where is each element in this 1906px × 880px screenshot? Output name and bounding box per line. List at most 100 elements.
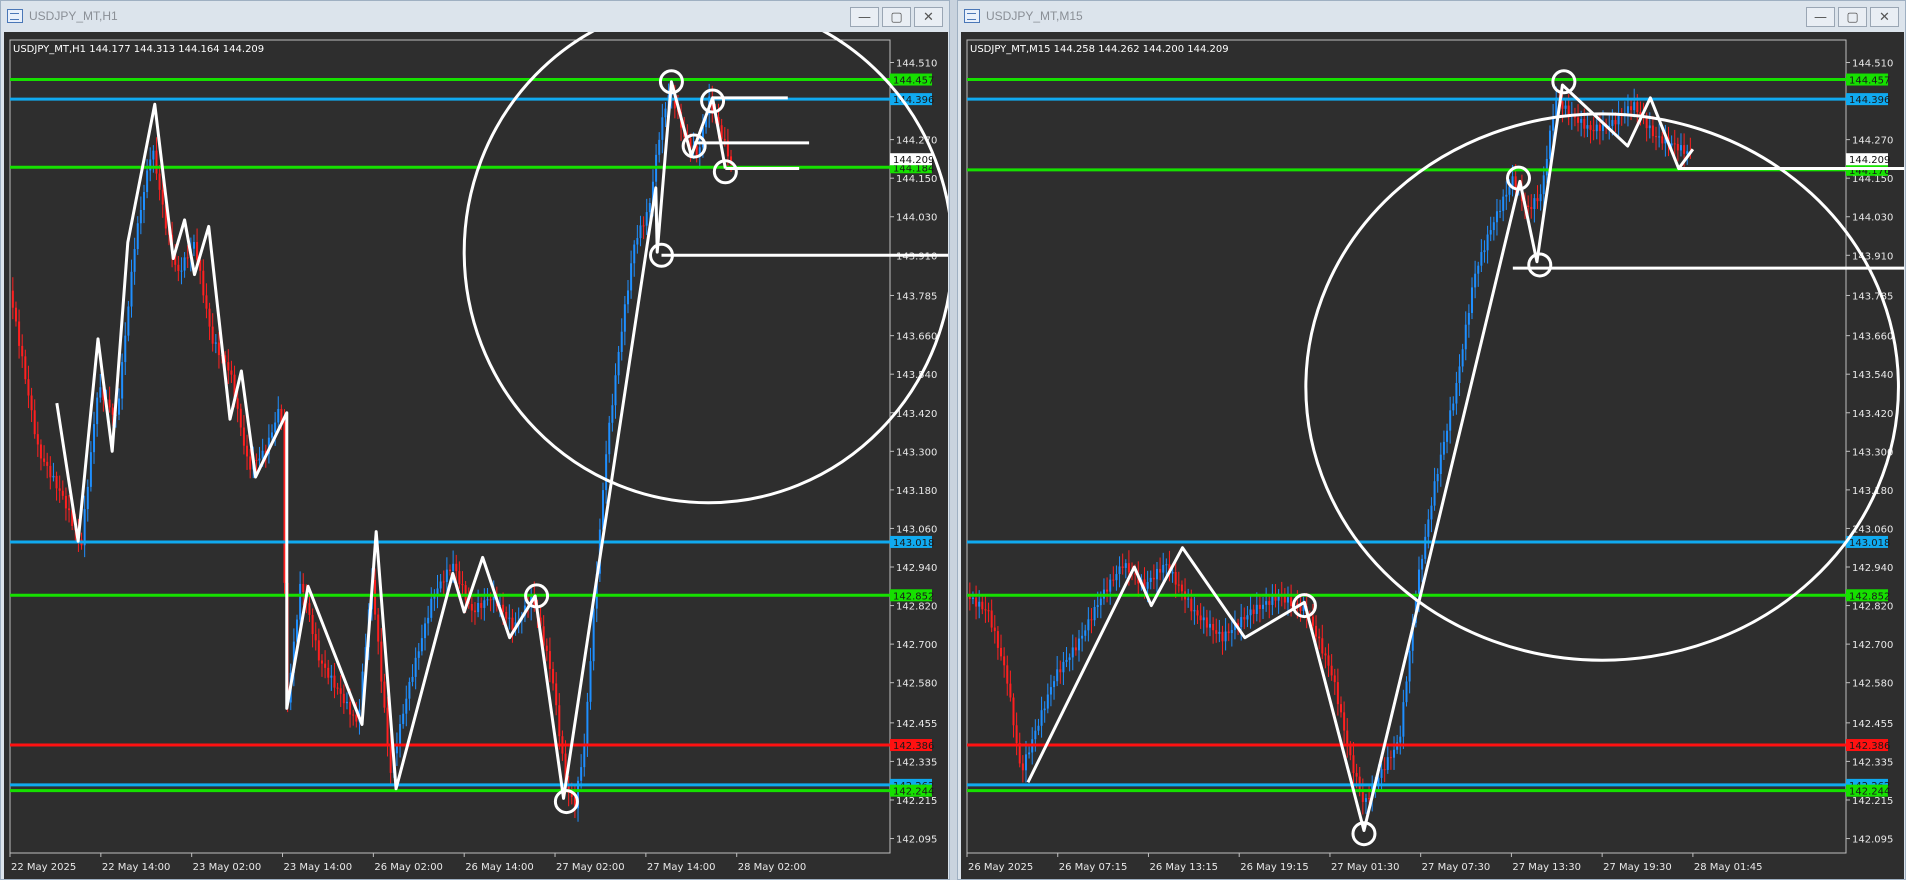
- candle-body: [486, 599, 489, 601]
- candle-body: [987, 610, 990, 612]
- price-tick-label: 144.510: [1852, 58, 1893, 69]
- symbol-label: USDJPY_MT,M15 144.258 144.262 144.200 14…: [970, 44, 1229, 55]
- candle-body: [93, 424, 96, 453]
- candle-body: [480, 603, 483, 608]
- candle-body: [1265, 601, 1268, 605]
- candle-body: [1081, 635, 1084, 639]
- candle-body: [380, 641, 383, 682]
- candle-body: [633, 244, 636, 264]
- candle-body: [723, 138, 726, 141]
- time-tick-label: 27 May 07:30: [1422, 862, 1491, 873]
- time-tick-label: 28 May 02:00: [738, 862, 807, 873]
- close-button[interactable]: ✕: [914, 7, 943, 27]
- candle-body: [558, 705, 561, 737]
- candle-body: [1511, 176, 1514, 187]
- price-tick-label: 143.660: [896, 332, 937, 343]
- candle-body: [377, 614, 380, 642]
- annotation-circle: [1527, 252, 1553, 278]
- candle-body: [399, 724, 402, 746]
- candle-body: [68, 508, 71, 511]
- window-titlebar[interactable]: USDJPY_MT,M15 — ▢ ✕: [958, 1, 1905, 31]
- candle-body: [155, 150, 158, 174]
- candle-body: [1402, 702, 1405, 737]
- candle-body: [389, 743, 392, 773]
- candle-body: [1389, 757, 1392, 759]
- current-price-label: 144.209: [893, 155, 934, 166]
- candle-body: [1165, 564, 1168, 566]
- candle-body: [258, 458, 261, 461]
- candle-body: [1056, 669, 1059, 682]
- candle-body: [86, 486, 89, 510]
- window-titlebar[interactable]: USDJPY_MT,H1 — ▢ ✕: [1, 1, 949, 31]
- candle-body: [477, 603, 480, 613]
- candle-body: [1661, 136, 1664, 144]
- candle-body: [1611, 120, 1614, 126]
- candle-body: [586, 701, 589, 744]
- candle-body: [1636, 102, 1639, 113]
- candle-body: [149, 159, 152, 171]
- candle-body: [1380, 769, 1383, 778]
- candle-body: [1249, 609, 1252, 616]
- candle-body: [146, 170, 149, 193]
- candle-body: [1115, 574, 1118, 581]
- candle-body: [1286, 597, 1289, 603]
- candle-body: [1424, 536, 1427, 559]
- candle-body: [1486, 234, 1489, 251]
- candle-body: [1679, 145, 1682, 151]
- candle-body: [1408, 650, 1411, 682]
- candle-body: [24, 356, 27, 380]
- candle-body: [1658, 136, 1661, 138]
- candle-body: [1455, 383, 1458, 404]
- candle-body: [470, 604, 473, 611]
- candle-body: [1246, 615, 1249, 620]
- maximize-button[interactable]: ▢: [1838, 7, 1867, 27]
- candle-body: [614, 375, 617, 406]
- candle-body: [1645, 117, 1648, 129]
- candle-body: [1673, 143, 1676, 145]
- level-price-label: 142.852: [893, 591, 934, 602]
- candle-body: [302, 583, 305, 593]
- time-tick-label: 26 May 14:00: [465, 862, 534, 873]
- time-tick-label: 22 May 14:00: [102, 862, 171, 873]
- candle-body: [1561, 101, 1564, 109]
- candle-body: [1514, 176, 1517, 189]
- candle-body: [1324, 653, 1327, 656]
- candle-body: [548, 651, 551, 669]
- candle-body: [990, 610, 993, 628]
- candle-body: [408, 681, 411, 699]
- minimize-button[interactable]: —: [1806, 7, 1835, 27]
- candle-body: [984, 609, 987, 611]
- price-tick-label: 144.270: [896, 136, 937, 147]
- candle-body: [1215, 630, 1218, 634]
- candle-body: [43, 458, 46, 462]
- candle-body: [630, 263, 633, 291]
- candle-body: [192, 241, 195, 249]
- candle-body: [11, 290, 14, 308]
- candle-body: [1499, 210, 1502, 212]
- maximize-button[interactable]: ▢: [882, 7, 911, 27]
- candle-body: [978, 601, 981, 607]
- candle-body: [1290, 597, 1293, 606]
- candle-body: [205, 295, 208, 309]
- candle-body: [327, 667, 330, 678]
- minimize-button[interactable]: —: [850, 7, 879, 27]
- candle-body: [1283, 595, 1286, 603]
- close-button[interactable]: ✕: [1870, 7, 1899, 27]
- candle-body: [1318, 636, 1321, 639]
- price-chart[interactable]: USDJPY_MT,M15 144.258 144.262 144.200 14…: [961, 32, 1904, 879]
- candle-body: [1162, 564, 1165, 573]
- candle-body: [473, 610, 476, 613]
- candle-body: [1243, 617, 1246, 620]
- candle-body: [261, 450, 264, 459]
- price-chart[interactable]: USDJPY_MT,H1 144.177 144.313 144.164 144…: [4, 32, 948, 879]
- candle-body: [1533, 198, 1536, 210]
- candle-body: [1592, 129, 1595, 132]
- candle-body: [1121, 566, 1124, 568]
- candle-body: [183, 257, 186, 271]
- candle-body: [1598, 124, 1601, 132]
- candle-body: [136, 223, 139, 250]
- candle-body: [255, 460, 258, 462]
- annotation-swing-path: [1026, 83, 1695, 833]
- candle-body: [246, 445, 249, 457]
- candle-body: [648, 203, 651, 213]
